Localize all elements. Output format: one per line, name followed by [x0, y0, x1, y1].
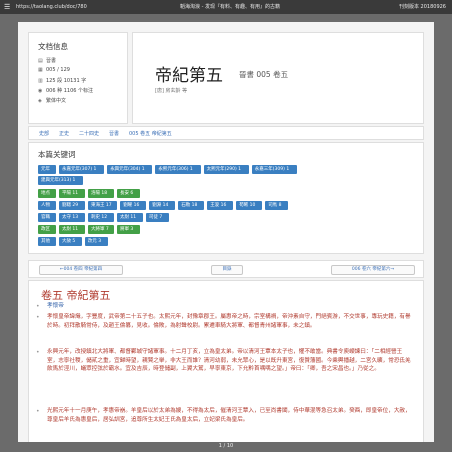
keyword-tag[interactable]: 大赦 5 [59, 237, 82, 246]
paragraph: 永興元年，改授鎮北大將軍、都督鄴城守諸軍事。十二月丁亥，立為皇太弟。帝以清河王覃… [47, 349, 411, 372]
book-icon: ▤ [38, 58, 43, 64]
keyword-tag[interactable]: 刺史 12 [88, 213, 114, 222]
bullet-icon: • [36, 349, 40, 356]
info-row-book: ▤ 晉書 [38, 57, 56, 64]
doc-info-panel: 文档信息 ▤ 晉書 ▦ 005 / 129 ▥ 125 段 10131 字 ◉ 006 … [28, 32, 128, 124]
bullet-icon: • [36, 303, 40, 310]
bullet-icon: • [36, 408, 40, 415]
keyword-tag[interactable]: 太尉 11 [117, 213, 143, 222]
info-row-pages: ▦ 005 / 129 [38, 67, 70, 73]
page-indicator: 1 / 10 [218, 443, 234, 449]
keyword-tag[interactable]: 平陽 11 [59, 189, 85, 198]
keyword-tag[interactable]: 永熙元年(306) 1 [155, 165, 201, 174]
title-panel: 帝紀第五 晉書 005 卷五 [唐] 房玄齡 等 [132, 32, 424, 124]
text-panel: 卷五 帝紀第五 • 孝懷帝 • 孝懷皇帝諱熾，字豐度，武帝第二十五子也。太熙元年… [28, 280, 424, 442]
info-size-text: 125 段 10131 字 [46, 78, 87, 84]
keyword-tag[interactable]: 苟晞 10 [236, 201, 263, 210]
breadcrumb-item[interactable]: 二十四史 [79, 130, 99, 137]
info-book-text: 晉書 [46, 58, 57, 64]
size-icon: ▥ [38, 78, 43, 84]
page-title: 帝紀第五 [155, 66, 223, 86]
keyword-category-tag[interactable]: 官職 [38, 213, 56, 222]
info-annotations-text: 006 种 1106 个标注 [46, 88, 94, 94]
next-chapter-button[interactable]: 006 卷六 帝紀第六→ [331, 265, 415, 275]
breadcrumb: 史部 正史 二十四史 晉書 005 卷五 帝紀第五 [28, 126, 424, 140]
keyword-category-tag[interactable]: 元年 [38, 165, 56, 174]
keyword-tag[interactable]: 太守 13 [59, 213, 85, 222]
prev-chapter-button[interactable]: ←004 卷四 帝紀第四 [39, 265, 123, 275]
toc-button[interactable]: 目錄 [211, 265, 243, 275]
info-pages-text: 005 / 129 [46, 67, 70, 73]
keyword-tag[interactable]: 大將軍 7 [88, 225, 114, 234]
keyword-tag[interactable]: 改元 3 [84, 237, 108, 246]
paragraph: 光熙元年十一月庚午，孝惠帝崩。羊皇后以於太弟為嫂，不得為太后，催清河王覃入，已至… [47, 408, 411, 423]
keywords-heading: 本篇关键词 [38, 150, 76, 159]
lang-icon: ◈ [38, 98, 42, 104]
keyword-tag[interactable]: 洛陽 18 [88, 189, 114, 198]
keyword-category-tag[interactable]: 地点 [38, 189, 56, 198]
section-title: 孝懷帝 [47, 302, 413, 311]
keyword-tag[interactable]: 司徒 7 [146, 213, 169, 222]
menu-icon[interactable]: ☰ [4, 0, 10, 14]
pages-icon: ▦ [38, 67, 43, 73]
info-row-annotations: ◉ 006 种 1106 个标注 [38, 87, 93, 94]
keyword-tag[interactable]: 東海王 17 [88, 201, 118, 210]
keyword-category-tag[interactable]: 政区 [38, 225, 56, 234]
breadcrumb-item[interactable]: 晉書 [109, 130, 119, 137]
keyword-category-tag[interactable]: 其他 [38, 237, 56, 246]
section-title-text[interactable]: 孝懷帝 [47, 303, 64, 309]
page-url[interactable]: https://taolang.club/doc/780 [16, 0, 87, 14]
info-row-size: ▥ 125 段 10131 字 [38, 77, 86, 84]
keyword-tag[interactable]: 司馬 8 [265, 201, 288, 210]
viewer-title: 韜海淘浪 - 发现『有料、有趣、有用』的古籍 [180, 4, 280, 10]
keyword-category-tag[interactable]: 人物 [38, 201, 56, 210]
chapter-title: 卷五 帝紀第五 [41, 289, 111, 302]
chapter-nav: ←004 卷四 帝紀第四 目錄 006 卷六 帝紀第六→ [28, 260, 424, 278]
bullet-icon: • [36, 314, 40, 321]
version-label: 刊刻版本 20180926 [398, 4, 446, 10]
keyword-category-tag[interactable]: 建興元年(313) 1 [38, 176, 84, 185]
doc-info-heading: 文档信息 [38, 42, 68, 51]
keyword-tag[interactable]: 劉聰 29 [59, 201, 85, 210]
keyword-tag[interactable]: 長安 6 [117, 189, 140, 198]
author-label: [唐] 房玄齡 等 [155, 88, 188, 94]
keyword-tag[interactable]: 劉曜 16 [120, 201, 147, 210]
views-icon: ◉ [38, 88, 43, 94]
keyword-tag[interactable]: 王浚 16 [207, 201, 234, 210]
keyword-tag[interactable]: 太熙元年(290) 1 [203, 165, 249, 174]
keyword-tag[interactable]: 石勒 18 [178, 201, 205, 210]
breadcrumb-item[interactable]: 正史 [59, 130, 69, 137]
viewer-toolbar: ☰ https://taolang.club/doc/780 韜海淘浪 - 发现… [0, 0, 452, 14]
keyword-tag[interactable]: 永興元年(304) 1 [107, 165, 153, 174]
keyword-tag[interactable]: 劉淵 14 [149, 201, 176, 210]
keyword-tag[interactable]: 永嘉元年(307) 1 [59, 165, 105, 174]
info-language-text: 繁体中文 [46, 98, 67, 104]
breadcrumb-item[interactable]: 史部 [39, 130, 49, 137]
keyword-tag[interactable]: 太尉 11 [59, 225, 85, 234]
keyword-tag[interactable]: 永嘉三年(309) 1 [251, 165, 297, 174]
info-row-language: ◈ 繁体中文 [38, 97, 66, 104]
page-subtitle: 晉書 005 卷五 [239, 70, 289, 79]
keywords-panel: 本篇关键词 元年 永嘉元年(307) 1 永興元年(304) 1 永熙元年(306) … [28, 142, 424, 254]
breadcrumb-item[interactable]: 005 卷五 帝紀第五 [129, 130, 172, 137]
document-page: 文档信息 ▤ 晉書 ▦ 005 / 129 ▥ 125 段 10131 字 ◉ 006 … [18, 22, 434, 442]
keyword-tag[interactable]: 將軍 3 [117, 225, 140, 234]
paragraph: 孝懷皇帝諱熾，字豐度，武帝第二十五子也。太熙元年，封豫章郡王。屬惠帝之時，宗室構… [47, 314, 411, 329]
